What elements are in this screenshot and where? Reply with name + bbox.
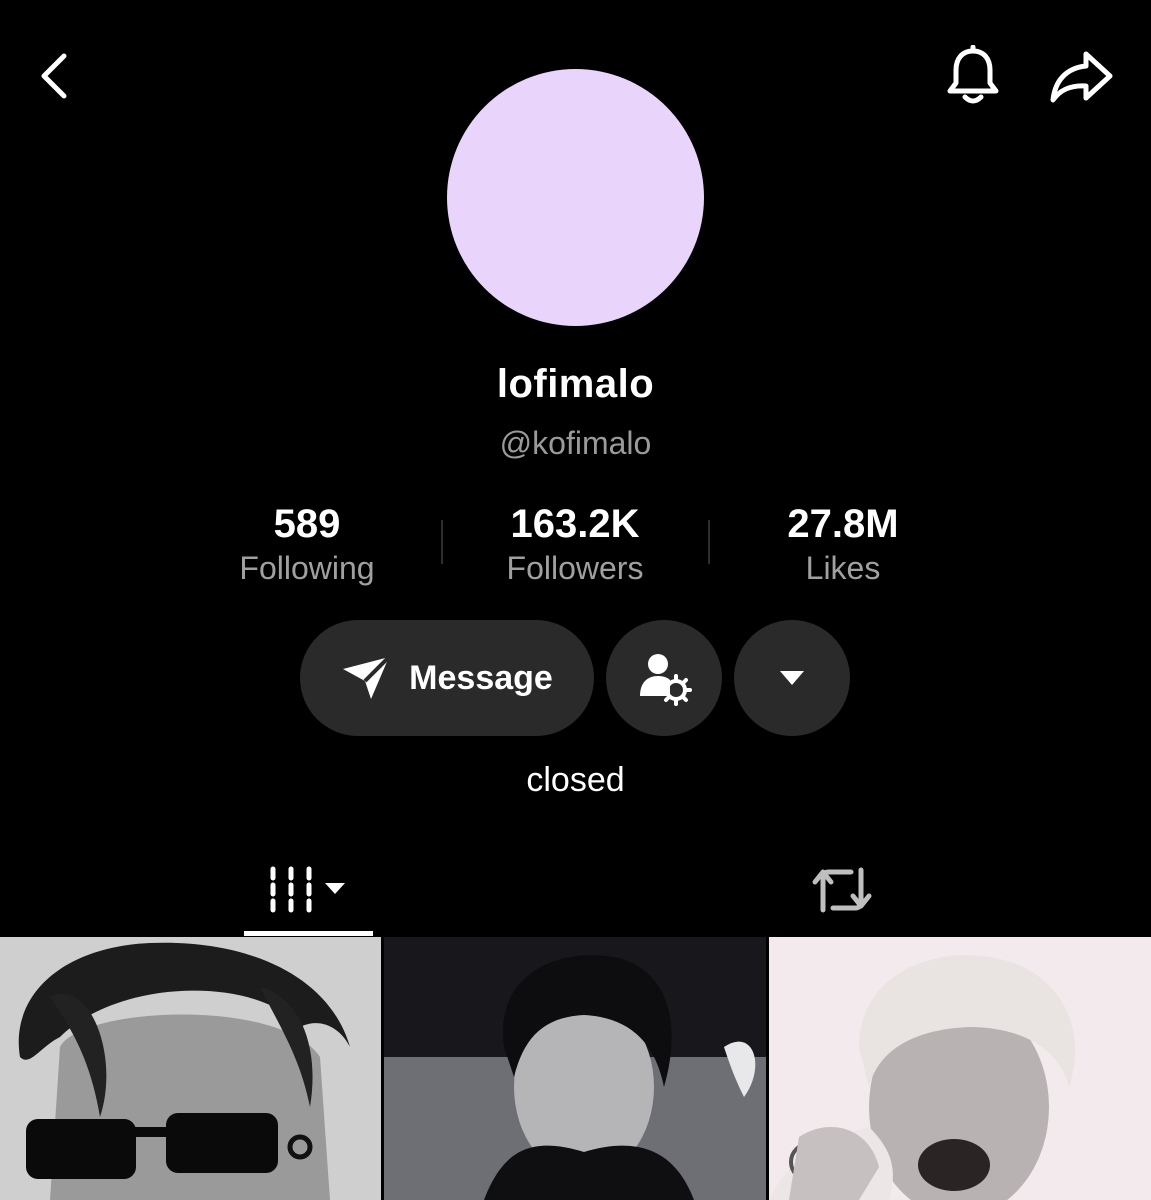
stat-value: 589 xyxy=(273,502,341,546)
stat-likes[interactable]: 27.8M Likes xyxy=(733,500,953,588)
person-photo xyxy=(384,937,766,1200)
stat-label: Followers xyxy=(506,550,644,586)
tab-videos[interactable] xyxy=(244,846,373,934)
tab-reposts[interactable] xyxy=(776,846,908,934)
video-thumbnail[interactable] xyxy=(384,937,766,1200)
video-thumbnail[interactable] xyxy=(769,937,1151,1200)
tab-selected-indicator xyxy=(244,931,373,936)
repost-icon xyxy=(812,867,872,913)
person-gear-icon xyxy=(640,654,692,706)
display-name: lofimalo xyxy=(496,362,655,406)
share-button[interactable] xyxy=(1045,40,1117,112)
share-arrow-icon xyxy=(1050,51,1113,103)
stat-followers[interactable]: 163.2K Followers xyxy=(465,500,685,588)
back-button[interactable] xyxy=(18,40,90,112)
stat-label: Likes xyxy=(805,550,881,586)
stat-following[interactable]: 589 Following xyxy=(197,500,417,588)
bell-icon xyxy=(947,45,999,104)
caret-down-icon xyxy=(780,671,804,685)
stat-divider xyxy=(708,520,710,564)
back-chevron-icon xyxy=(41,53,67,99)
more-options-button[interactable] xyxy=(734,620,850,736)
avatar[interactable] xyxy=(447,69,704,326)
grid-lines-icon xyxy=(270,866,345,913)
video-thumbnail[interactable] xyxy=(0,937,381,1200)
notifications-button[interactable] xyxy=(937,40,1009,112)
username-handle: @kofimalo xyxy=(499,425,652,461)
stat-value: 163.2K xyxy=(510,502,640,546)
stat-divider xyxy=(441,520,443,564)
message-button-label: Message xyxy=(409,658,553,697)
friend-settings-button[interactable] xyxy=(606,620,722,736)
stat-value: 27.8M xyxy=(787,502,899,546)
person-photo xyxy=(0,937,381,1200)
paper-plane-icon xyxy=(343,655,391,699)
message-button[interactable]: Message xyxy=(300,620,594,736)
bio-text: closed xyxy=(526,761,625,799)
person-photo xyxy=(769,937,1151,1200)
stat-label: Following xyxy=(239,550,375,586)
